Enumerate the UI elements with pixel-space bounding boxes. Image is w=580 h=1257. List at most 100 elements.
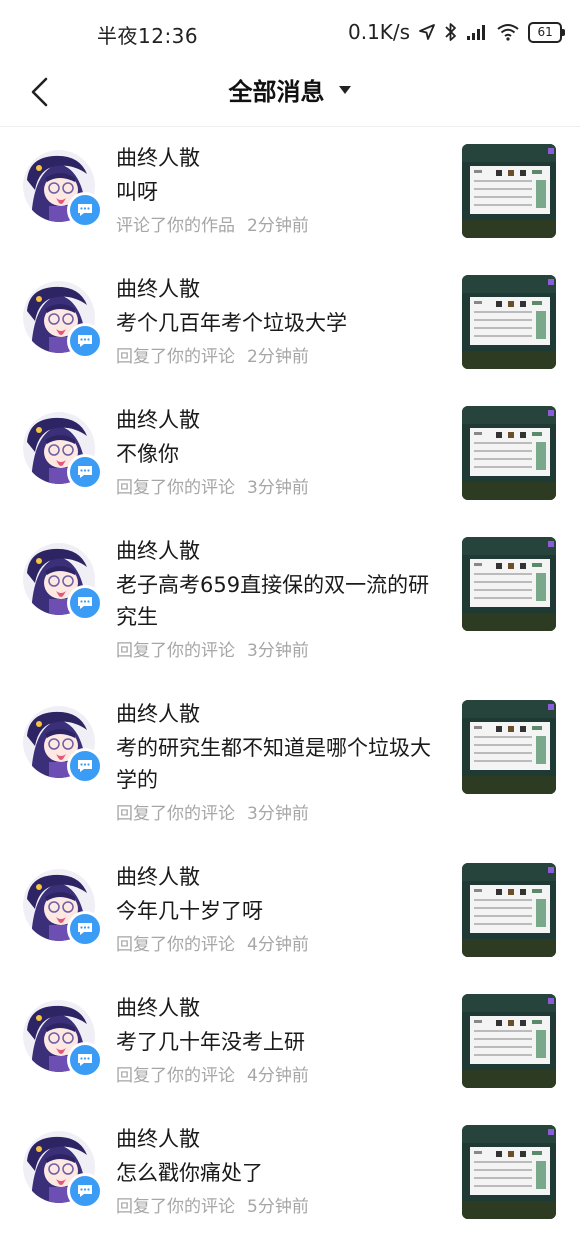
work-thumbnail[interactable]: [462, 700, 556, 794]
message-content: 考的研究生都不知道是哪个垃圾大学的: [116, 736, 431, 792]
message-text: 曲终人散 考了几十年没考上研 回复了你的评论 4分钟前: [116, 992, 450, 1090]
message-username[interactable]: 曲终人散: [116, 992, 450, 1024]
page-title: 全部消息: [228, 78, 325, 106]
network-speed: 0.1K/s: [348, 20, 411, 44]
comment-badge: [67, 192, 103, 228]
chat-bubble-icon: [78, 923, 92, 935]
avatar[interactable]: [23, 150, 103, 228]
chat-bubble-icon: [78, 204, 92, 216]
thumbnail-image: [462, 275, 556, 369]
message-time: 2分钟前: [247, 347, 309, 367]
avatar[interactable]: [23, 869, 103, 947]
message-time: 2分钟前: [247, 216, 309, 236]
message-text: 曲终人散 今年几十岁了呀 回复了你的评论 4分钟前: [116, 861, 450, 959]
battery-icon: 61: [528, 21, 566, 43]
thumbnail-image: [462, 863, 556, 957]
message-text: 曲终人散 考个几百年考个垃圾大学 回复了你的评论 2分钟前: [116, 273, 450, 371]
message-action: 回复了你的评论: [116, 1066, 235, 1086]
chat-bubble-icon: [78, 1054, 92, 1066]
nav-bar: 全部消息: [0, 64, 580, 127]
message-text: 曲终人散 考的研究生都不知道是哪个垃圾大学的 回复了你的评论 3分钟前: [116, 698, 450, 828]
message-meta: 回复了你的评论 3分钟前: [116, 637, 450, 665]
message-content: 叫呀: [116, 180, 158, 204]
thumbnail-image: [462, 144, 556, 238]
message-username[interactable]: 曲终人散: [116, 861, 450, 893]
work-thumbnail[interactable]: [462, 1125, 556, 1219]
message-time: 3分钟前: [247, 478, 309, 498]
avatar[interactable]: [23, 412, 103, 490]
thumbnail-image: [462, 537, 556, 631]
message-time: 5分钟前: [247, 1197, 309, 1217]
message-username[interactable]: 曲终人散: [116, 535, 450, 567]
message-item[interactable]: 曲终人散 叫呀 评论了你的作品 2分钟前: [0, 128, 580, 259]
message-meta: 回复了你的评论 3分钟前: [116, 800, 450, 828]
avatar[interactable]: [23, 706, 103, 784]
message-username[interactable]: 曲终人散: [116, 1123, 450, 1155]
message-text: 曲终人散 老子高考659直接保的双一流的研究生 回复了你的评论 3分钟前: [116, 535, 450, 665]
message-item[interactable]: 曲终人散 考个几百年考个垃圾大学 回复了你的评论 2分钟前: [0, 259, 580, 390]
chat-bubble-icon: [78, 335, 92, 347]
message-item[interactable]: 曲终人散 考了几十年没考上研 回复了你的评论 4分钟前: [0, 978, 580, 1109]
message-meta: 回复了你的评论 4分钟前: [116, 931, 450, 959]
message-text: 曲终人散 不像你 回复了你的评论 3分钟前: [116, 404, 450, 502]
message-content: 今年几十岁了呀: [116, 899, 263, 923]
message-action: 回复了你的评论: [116, 347, 235, 367]
message-text: 曲终人散 叫呀 评论了你的作品 2分钟前: [116, 142, 450, 240]
message-time: 3分钟前: [247, 804, 309, 824]
location-icon: [418, 21, 436, 43]
avatar[interactable]: [23, 1131, 103, 1209]
status-icons: 0.1K/s 61: [348, 20, 566, 44]
message-username[interactable]: 曲终人散: [116, 698, 450, 730]
work-thumbnail[interactable]: [462, 275, 556, 369]
thumbnail-image: [462, 700, 556, 794]
message-username[interactable]: 曲终人散: [116, 404, 450, 436]
work-thumbnail[interactable]: [462, 537, 556, 631]
chat-bubble-icon: [78, 597, 92, 609]
comment-badge: [67, 1173, 103, 1209]
message-time: 4分钟前: [247, 1066, 309, 1086]
comment-badge: [67, 454, 103, 490]
thumbnail-image: [462, 1125, 556, 1219]
message-time: 3分钟前: [247, 641, 309, 661]
message-item[interactable]: 曲终人散 今年几十岁了呀 回复了你的评论 4分钟前: [0, 847, 580, 978]
work-thumbnail[interactable]: [462, 144, 556, 238]
message-action: 回复了你的评论: [116, 804, 235, 824]
message-meta: 回复了你的评论 2分钟前: [116, 343, 450, 371]
message-action: 回复了你的评论: [116, 478, 235, 498]
message-content: 老子高考659直接保的双一流的研究生: [116, 573, 430, 629]
avatar[interactable]: [23, 1000, 103, 1078]
chat-bubble-icon: [78, 1185, 92, 1197]
work-thumbnail[interactable]: [462, 406, 556, 500]
message-item[interactable]: 曲终人散 考的研究生都不知道是哪个垃圾大学的 回复了你的评论 3分钟前: [0, 684, 580, 847]
message-time: 4分钟前: [247, 935, 309, 955]
status-bar: 半夜12:36 0.1K/s 61: [0, 0, 580, 64]
message-content: 怎么戳你痛处了: [116, 1161, 263, 1185]
avatar[interactable]: [23, 281, 103, 359]
message-content: 考个几百年考个垃圾大学: [116, 311, 347, 335]
thumbnail-image: [462, 406, 556, 500]
comment-badge: [67, 1042, 103, 1078]
message-meta: 评论了你的作品 2分钟前: [116, 212, 450, 240]
message-item[interactable]: 曲终人散 怎么戳你痛处了 回复了你的评论 5分钟前: [0, 1109, 580, 1240]
message-action: 回复了你的评论: [116, 641, 235, 661]
comment-badge: [67, 748, 103, 784]
work-thumbnail[interactable]: [462, 994, 556, 1088]
message-action: 回复了你的评论: [116, 1197, 235, 1217]
message-username[interactable]: 曲终人散: [116, 142, 450, 174]
avatar[interactable]: [23, 543, 103, 621]
message-item[interactable]: 曲终人散 老子高考659直接保的双一流的研究生 回复了你的评论 3分钟前: [0, 521, 580, 684]
message-action: 评论了你的作品: [116, 216, 235, 236]
work-thumbnail[interactable]: [462, 863, 556, 957]
status-time: 半夜12:36: [97, 24, 199, 48]
message-text: 曲终人散 怎么戳你痛处了 回复了你的评论 5分钟前: [116, 1123, 450, 1221]
message-username[interactable]: 曲终人散: [116, 273, 450, 305]
chat-bubble-icon: [78, 466, 92, 478]
comment-badge: [67, 585, 103, 621]
signal-icon: [466, 21, 488, 43]
nav-title-dropdown[interactable]: 全部消息: [0, 72, 580, 107]
bluetooth-icon: [444, 21, 458, 43]
message-item[interactable]: 曲终人散 不像你 回复了你的评论 3分钟前: [0, 390, 580, 521]
caret-down-icon: [338, 85, 351, 94]
thumbnail-image: [462, 994, 556, 1088]
comment-badge: [67, 911, 103, 947]
